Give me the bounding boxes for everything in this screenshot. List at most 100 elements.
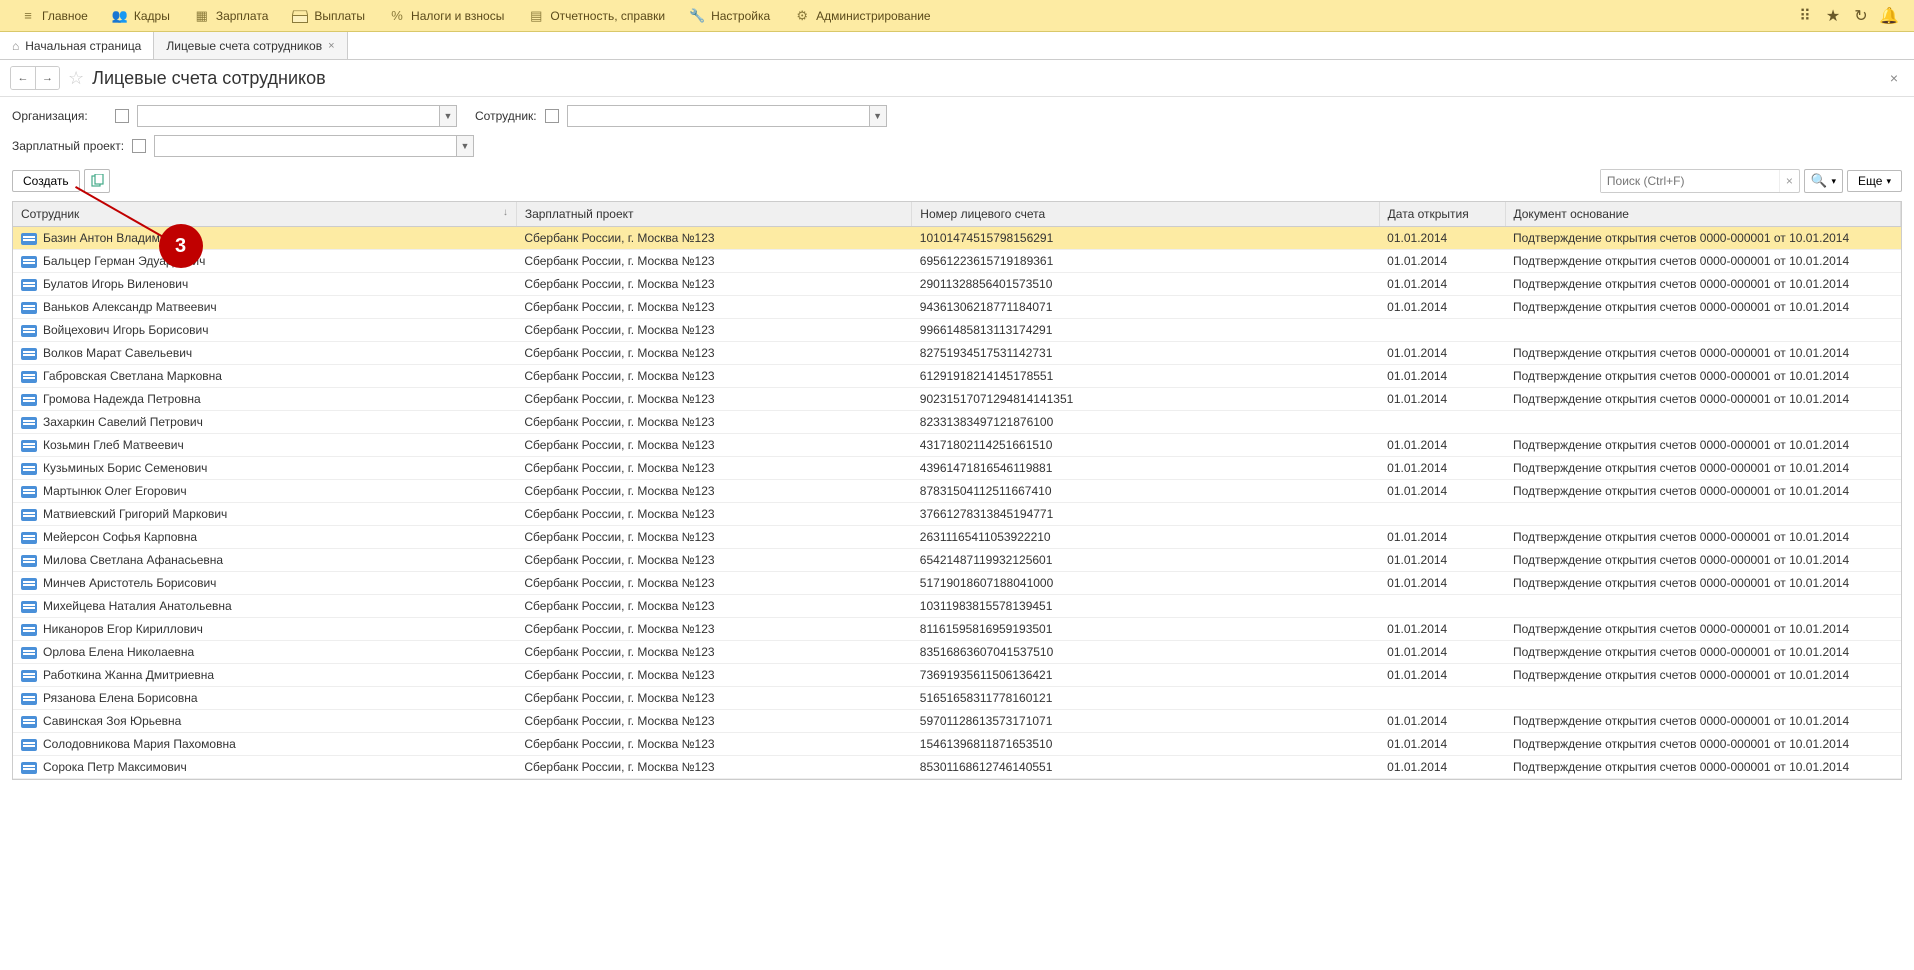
table-row[interactable]: Захаркин Савелий ПетровичСбербанк России… bbox=[13, 411, 1901, 434]
nav-back-button[interactable]: ← bbox=[11, 67, 35, 89]
tab-0[interactable]: ⌂Начальная страница bbox=[0, 32, 154, 59]
table-row[interactable]: Войцехович Игорь БорисовичСбербанк Росси… bbox=[13, 319, 1901, 342]
table-row[interactable]: Милова Светлана АфанасьевнаСбербанк Росс… bbox=[13, 549, 1901, 572]
table-row[interactable]: Орлова Елена НиколаевнаСбербанк России, … bbox=[13, 641, 1901, 664]
emp-checkbox[interactable] bbox=[545, 109, 559, 123]
cell-acc: 83516863607041537510 bbox=[912, 641, 1379, 664]
table-row[interactable]: Работкина Жанна ДмитриевнаСбербанк Росси… bbox=[13, 664, 1901, 687]
proj-checkbox[interactable] bbox=[132, 139, 146, 153]
proj-input[interactable] bbox=[155, 136, 456, 156]
menu-item-4[interactable]: %Налоги и взносы bbox=[377, 0, 516, 32]
table-row[interactable]: Сорока Петр МаксимовичСбербанк России, г… bbox=[13, 756, 1901, 779]
menu-item-3[interactable]: Выплаты bbox=[280, 0, 377, 32]
page-header: ← → ☆ Лицевые счета сотрудников × bbox=[0, 60, 1914, 97]
history-icon[interactable]: ↻ bbox=[1852, 7, 1870, 25]
bell-icon[interactable]: 🔔 bbox=[1880, 7, 1898, 25]
card-icon bbox=[21, 486, 37, 498]
table-row[interactable]: Рязанова Елена БорисовнаСбербанк России,… bbox=[13, 687, 1901, 710]
col-project[interactable]: Зарплатный проект bbox=[516, 202, 911, 227]
tab-close-icon[interactable]: × bbox=[328, 40, 334, 52]
nav-forward-button[interactable]: → bbox=[35, 67, 59, 89]
cell-proj: Сбербанк России, г. Москва №123 bbox=[516, 434, 911, 457]
menu-label-7: Администрирование bbox=[816, 9, 930, 23]
card-icon bbox=[21, 624, 37, 636]
table-row[interactable]: Солодовникова Мария ПахомовнаСбербанк Ро… bbox=[13, 733, 1901, 756]
annotation-badge: 3 bbox=[159, 224, 203, 268]
menu-item-2[interactable]: ▦Зарплата bbox=[182, 0, 281, 32]
col-employee[interactable]: Сотрудник↓ bbox=[13, 202, 516, 227]
sort-asc-icon: ↓ bbox=[503, 207, 508, 218]
table-wrap: Сотрудник↓ Зарплатный проект Номер лицев… bbox=[12, 201, 1902, 780]
card-icon bbox=[21, 509, 37, 521]
close-page-icon[interactable]: × bbox=[1884, 68, 1904, 88]
table-row[interactable]: Савинская Зоя ЮрьевнаСбербанк России, г.… bbox=[13, 710, 1901, 733]
menu-item-0[interactable]: ≡Главное bbox=[8, 0, 100, 32]
col-account[interactable]: Номер лицевого счета bbox=[912, 202, 1379, 227]
tab-label-0: Начальная страница bbox=[25, 39, 141, 53]
card-icon bbox=[21, 348, 37, 360]
nav-group: ← → bbox=[10, 66, 60, 90]
accounts-table: Сотрудник↓ Зарплатный проект Номер лицев… bbox=[13, 202, 1901, 779]
card-icon bbox=[21, 555, 37, 567]
search-start-button[interactable]: 🔍▾ bbox=[1804, 169, 1843, 193]
cell-date bbox=[1379, 411, 1505, 434]
proj-field: ▼ bbox=[154, 135, 474, 157]
table-row[interactable]: Матвиевский Григорий МарковичСбербанк Ро… bbox=[13, 503, 1901, 526]
table-row[interactable]: Громова Надежда ПетровнаСбербанк России,… bbox=[13, 388, 1901, 411]
favorite-star-icon[interactable]: ☆ bbox=[68, 68, 84, 89]
cell-proj: Сбербанк России, г. Москва №123 bbox=[516, 756, 911, 779]
cell-emp: Козьмин Глеб Матвеевич bbox=[13, 434, 516, 457]
create-button[interactable]: Создать bbox=[12, 170, 80, 192]
cell-doc bbox=[1505, 319, 1901, 342]
cell-emp: Орлова Елена Николаевна bbox=[13, 641, 516, 664]
proj-dropdown-icon[interactable]: ▼ bbox=[456, 136, 473, 156]
col-date[interactable]: Дата открытия bbox=[1379, 202, 1505, 227]
tab-1[interactable]: Лицевые счета сотрудников× bbox=[154, 32, 347, 59]
table-row[interactable]: Минчев Аристотель БорисовичСбербанк Росс… bbox=[13, 572, 1901, 595]
org-input[interactable] bbox=[138, 106, 439, 126]
star-icon[interactable]: ★ bbox=[1824, 7, 1842, 25]
menu-item-7[interactable]: ⚙Администрирование bbox=[782, 0, 942, 32]
table-row[interactable]: Ваньков Александр МатвеевичСбербанк Росс… bbox=[13, 296, 1901, 319]
org-dropdown-icon[interactable]: ▼ bbox=[439, 106, 456, 126]
search-input[interactable] bbox=[1601, 170, 1779, 192]
emp-dropdown-icon[interactable]: ▼ bbox=[869, 106, 886, 126]
table-row[interactable]: Мартынюк Олег ЕгоровичСбербанк России, г… bbox=[13, 480, 1901, 503]
apps-icon[interactable]: ⠿ bbox=[1796, 7, 1814, 25]
table-row[interactable]: Волков Марат СавельевичСбербанк России, … bbox=[13, 342, 1901, 365]
card-icon bbox=[21, 578, 37, 590]
menu-item-5[interactable]: ▤Отчетность, справки bbox=[516, 0, 677, 32]
table-row[interactable]: Габровская Светлана МарковнаСбербанк Рос… bbox=[13, 365, 1901, 388]
emp-input[interactable] bbox=[568, 106, 869, 126]
table-row[interactable]: Козьмин Глеб МатвеевичСбербанк России, г… bbox=[13, 434, 1901, 457]
cell-acc: 51651658311778160121 bbox=[912, 687, 1379, 710]
table-row[interactable]: Никаноров Егор КирилловичСбербанк России… bbox=[13, 618, 1901, 641]
cell-date: 01.01.2014 bbox=[1379, 549, 1505, 572]
cell-date: 01.01.2014 bbox=[1379, 342, 1505, 365]
table-row[interactable]: Мейерсон Софья КарповнаСбербанк России, … bbox=[13, 526, 1901, 549]
table-row[interactable]: Кузьминых Борис СеменовичСбербанк России… bbox=[13, 457, 1901, 480]
cell-date: 01.01.2014 bbox=[1379, 710, 1505, 733]
table-row[interactable]: Бальцер Герман ЭдуардовичСбербанк России… bbox=[13, 250, 1901, 273]
cell-date: 01.01.2014 bbox=[1379, 227, 1505, 250]
table-row[interactable]: Базин Антон ВладимировичСбербанк России,… bbox=[13, 227, 1901, 250]
emp-label: Сотрудник: bbox=[475, 109, 537, 123]
table-row[interactable]: Булатов Игорь ВиленовичСбербанк России, … bbox=[13, 273, 1901, 296]
table-row[interactable]: Михейцева Наталия АнатольевнаСбербанк Ро… bbox=[13, 595, 1901, 618]
cell-doc: Подтверждение открытия счетов 0000-00000… bbox=[1505, 342, 1901, 365]
menu-item-6[interactable]: 🔧Настройка bbox=[677, 0, 782, 32]
cell-acc: 59701128613573171071 bbox=[912, 710, 1379, 733]
cell-proj: Сбербанк России, г. Москва №123 bbox=[516, 250, 911, 273]
topbar: ≡Главное👥Кадры▦Зарплата Выплаты %Налоги и … bbox=[0, 0, 1914, 32]
search-clear-icon[interactable]: × bbox=[1779, 170, 1799, 192]
card-icon bbox=[21, 463, 37, 475]
cell-doc: Подтверждение открытия счетов 0000-00000… bbox=[1505, 480, 1901, 503]
col-doc[interactable]: Документ основание bbox=[1505, 202, 1901, 227]
create-copy-button[interactable] bbox=[84, 169, 110, 193]
menu-item-1[interactable]: 👥Кадры bbox=[100, 0, 182, 32]
org-checkbox[interactable] bbox=[115, 109, 129, 123]
menu-label-3: Выплаты bbox=[314, 9, 365, 23]
more-button[interactable]: Еще▾ bbox=[1847, 170, 1902, 192]
cell-doc: Подтверждение открытия счетов 0000-00000… bbox=[1505, 526, 1901, 549]
cell-emp: Громова Надежда Петровна bbox=[13, 388, 516, 411]
